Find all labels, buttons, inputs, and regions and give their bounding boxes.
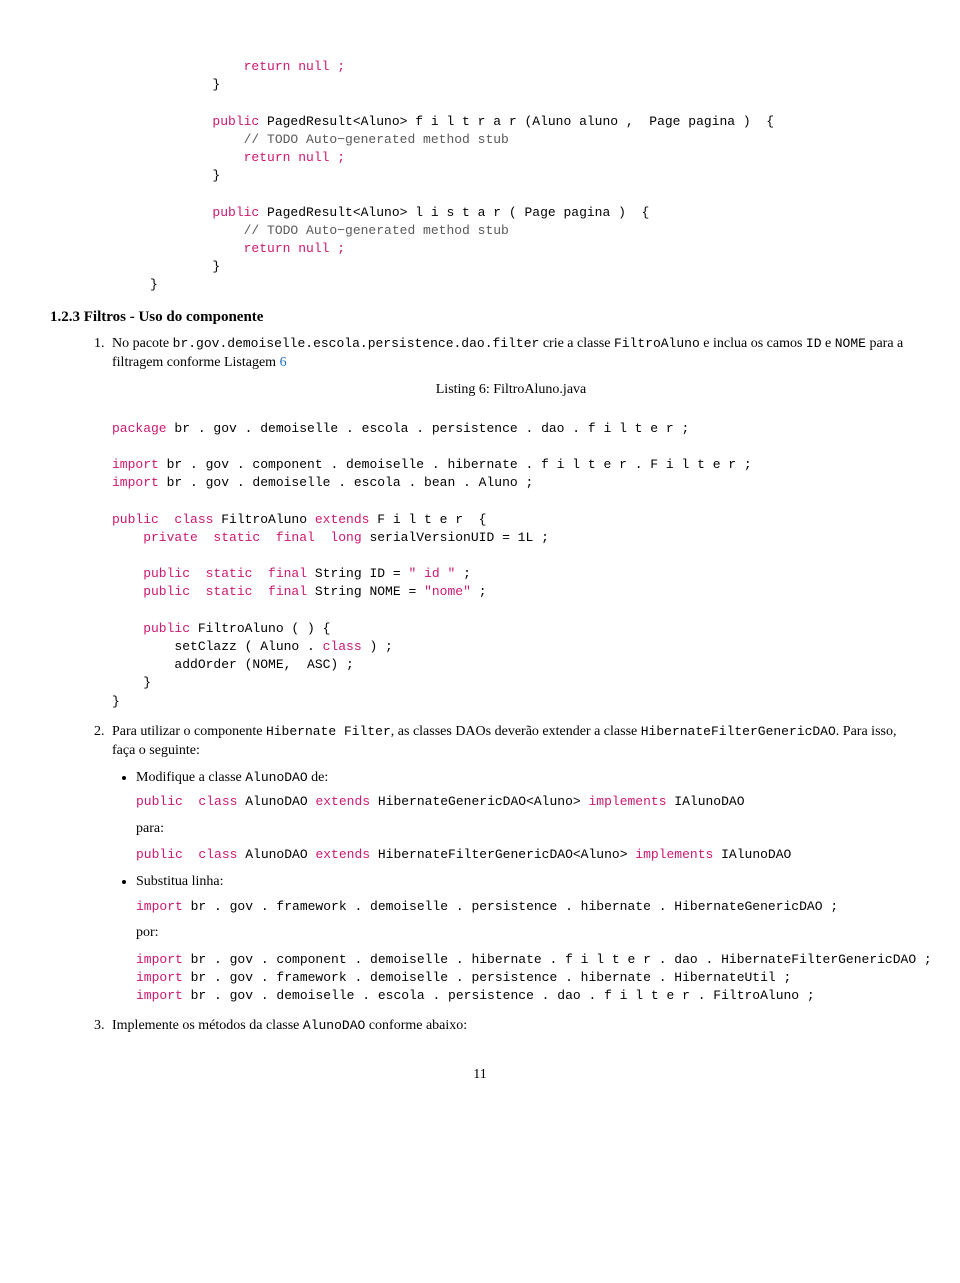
code-inline: AlunoDAO [303,1018,365,1033]
text: conforme abaixo: [365,1018,467,1033]
text: Substitua linha: [136,874,224,889]
code-line: br . gov . component . demoiselle . hibe… [159,457,752,472]
code-kw: implements [635,847,713,862]
code-line: addOrder (NOME, ASC) ; [112,657,354,672]
code-kw: public [150,114,259,129]
code-inline: ID [806,336,822,351]
code-inline: FiltroAluno [614,336,700,351]
code-line: PagedResult<Aluno> f i l t r a r (Aluno … [259,114,774,129]
code-inline: AlunoDAO [245,770,307,785]
list-item-3: Implemente os métodos da classe AlunoDAO… [108,1017,910,1036]
code-inline: HibernateFilterGenericDAO [641,724,836,739]
code-line: HibernateFilterGenericDAO<Aluno> [370,847,635,862]
code-line: serialVersionUID = 1L ; [362,530,549,545]
code-kw: public [150,205,259,220]
code-line: FiltroAluno ( ) { [190,621,330,636]
code-line: ; [455,566,471,581]
text-por: por: [136,924,910,943]
code-line: br . gov . framework . demoiselle . pers… [183,970,792,985]
code-kw: public static final [112,566,307,581]
code-line: } [112,675,151,690]
code-kw: public class [136,847,237,862]
code-line: return null ; [150,241,345,256]
code-line: return null ; [150,150,345,165]
code-kw: public static final [112,584,307,599]
code-kw: import [112,457,159,472]
code-line: String NOME = [307,584,424,599]
code-line: } [150,259,220,274]
code-line: AlunoDAO [237,794,315,809]
code-kw: public class [112,512,213,527]
code-block-listing6: package br . gov . demoiselle . escola .… [112,402,910,711]
code-line: PagedResult<Aluno> l i s t a r ( Page pa… [259,205,649,220]
text-para: para: [136,820,910,839]
code-line-alunodao-from: public class AlunoDAO extends HibernateG… [136,793,910,811]
code-line: br . gov . demoiselle . escola . bean . … [159,475,533,490]
code-line: setClazz ( Aluno . [112,639,323,654]
sub-list: Modifique a classe AlunoDAO de: public c… [112,769,910,1006]
code-line: } [150,77,220,92]
sub-item-substitute: Substitua linha: import br . gov . frame… [136,873,910,1006]
code-inline: NOME [835,336,866,351]
text: , as classes DAOs deverão extender a cla… [391,724,641,739]
code-line: br . gov . framework . demoiselle . pers… [183,899,838,914]
code-kw: import [136,952,183,967]
code-line: ) ; [362,639,393,654]
code-kw: import [136,970,183,985]
sub-item-modify: Modifique a classe AlunoDAO de: public c… [136,769,910,865]
code-line: HibernateGenericDAO<Aluno> [370,794,588,809]
ordered-list: No pacote br.gov.demoiselle.escola.persi… [50,335,910,1036]
text: crie a classe [539,336,614,351]
page-number: 11 [50,1066,910,1085]
code-kw: extends [315,847,370,862]
code-kw: public [112,621,190,636]
list-item-1: No pacote br.gov.demoiselle.escola.persi… [108,335,910,711]
code-kw: public class [136,794,237,809]
code-inline: Hibernate Filter [266,724,391,739]
code-str: "nome" [424,584,471,599]
code-line: } [150,168,220,183]
section-heading: 1.2.3 Filtros - Uso do componente [50,307,910,327]
code-line-alunodao-to: public class AlunoDAO extends HibernateF… [136,846,910,864]
code-kw: class [323,639,362,654]
code-line: br . gov . component . demoiselle . hibe… [183,952,932,967]
code-line: br . gov . demoiselle . escola . persist… [183,988,815,1003]
code-comment: // TODO Auto−generated method stub [150,132,509,147]
code-kw: import [136,899,183,914]
code-kw: import [112,475,159,490]
code-line: ; [471,584,487,599]
code-kw: package [112,421,167,436]
text: de: [308,770,329,785]
listing-ref-link[interactable]: 6 [280,355,287,370]
listing-caption: Listing 6: FiltroAluno.java [112,381,910,400]
code-kw: extends [315,794,370,809]
code-block-top: return null ; } public PagedResult<Aluno… [50,40,910,295]
code-line: AlunoDAO [237,847,315,862]
code-inline: br.gov.demoiselle.escola.persistence.dao… [173,336,540,351]
text: No pacote [112,336,173,351]
code-kw: private static final long [112,530,362,545]
code-line: F i l t e r { [369,512,486,527]
text: e inclua os camos [700,336,806,351]
code-line: IAlunoDAO [713,847,791,862]
code-kw: implements [588,794,666,809]
text: Modifique a classe [136,770,245,785]
code-comment: // TODO Auto−generated method stub [150,223,509,238]
code-import-from: import br . gov . framework . demoiselle… [136,898,910,916]
list-item-2: Para utilizar o componente Hibernate Fil… [108,723,910,1005]
code-line: FiltroAluno [213,512,314,527]
code-line: return null ; [150,59,345,74]
text: Implemente os métodos da classe [112,1018,303,1033]
code-kw: extends [315,512,370,527]
text: e [822,336,835,351]
code-line: IAlunoDAO [667,794,745,809]
code-line: } [112,694,120,709]
code-imports-to: import br . gov . component . demoiselle… [136,951,910,1006]
code-kw: import [136,988,183,1003]
code-line: String ID = [307,566,408,581]
text: Para utilizar o componente [112,724,266,739]
code-str: " id " [408,566,455,581]
code-line: br . gov . demoiselle . escola . persist… [167,421,690,436]
code-line: } [150,277,158,292]
